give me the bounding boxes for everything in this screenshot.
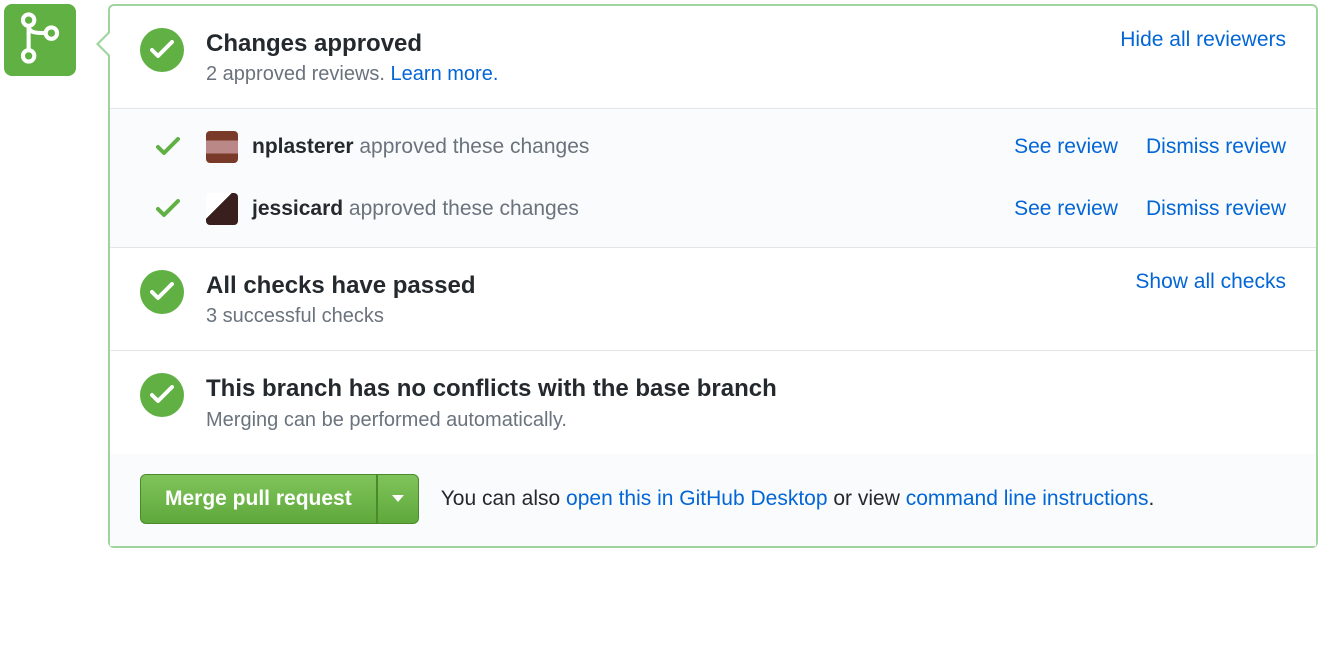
merge-footer-text: You can also open this in GitHub Desktop… — [441, 487, 1155, 511]
check-icon — [154, 199, 182, 219]
merge-footer: Merge pull request You can also open thi… — [110, 454, 1316, 546]
conflicts-title: This branch has no conflicts with the ba… — [206, 373, 1286, 404]
merge-button-group: Merge pull request — [140, 474, 419, 524]
see-review-link[interactable]: See review — [1014, 197, 1118, 221]
check-icon — [154, 137, 182, 157]
conflicts-section: This branch has no conflicts with the ba… — [110, 351, 1316, 453]
review-row: nplasterer approved these changes See re… — [110, 109, 1316, 179]
merge-panel: Changes approved 2 approved reviews. Lea… — [108, 4, 1318, 548]
check-circle-icon — [140, 28, 184, 72]
dismiss-review-link[interactable]: Dismiss review — [1146, 197, 1286, 221]
check-circle-icon — [140, 270, 184, 314]
review-text: jessicard approved these changes — [252, 197, 1014, 221]
learn-more-link[interactable]: Learn more. — [391, 63, 499, 85]
avatar — [206, 193, 238, 225]
see-review-link[interactable]: See review — [1014, 135, 1118, 159]
review-text: nplasterer approved these changes — [252, 135, 1014, 159]
caret-down-icon — [392, 495, 404, 502]
merge-badge — [4, 4, 76, 76]
approval-title: Changes approved — [206, 28, 1100, 59]
reviewer-username: nplasterer — [252, 135, 354, 158]
show-checks-link[interactable]: Show all checks — [1135, 270, 1286, 294]
checks-section: All checks have passed 3 successful chec… — [110, 248, 1316, 351]
checks-title: All checks have passed — [206, 270, 1115, 301]
reviewers-list: nplasterer approved these changes See re… — [110, 109, 1316, 248]
conflicts-subtitle: Merging can be performed automatically. — [206, 409, 1286, 432]
dismiss-review-link[interactable]: Dismiss review — [1146, 135, 1286, 159]
merge-button[interactable]: Merge pull request — [140, 474, 377, 524]
open-desktop-link[interactable]: open this in GitHub Desktop — [566, 487, 827, 510]
git-merge-icon — [19, 12, 61, 69]
cli-instructions-link[interactable]: command line instructions — [906, 487, 1149, 510]
check-circle-icon — [140, 373, 184, 417]
reviewer-username: jessicard — [252, 197, 343, 220]
hide-reviewers-link[interactable]: Hide all reviewers — [1120, 28, 1286, 52]
approval-section: Changes approved 2 approved reviews. Lea… — [110, 6, 1316, 109]
approval-subtitle: 2 approved reviews. Learn more. — [206, 63, 1100, 86]
checks-subtitle: 3 successful checks — [206, 305, 1115, 328]
merge-dropdown-button[interactable] — [377, 474, 419, 524]
avatar — [206, 131, 238, 163]
review-row: jessicard approved these changes See rev… — [110, 179, 1316, 247]
